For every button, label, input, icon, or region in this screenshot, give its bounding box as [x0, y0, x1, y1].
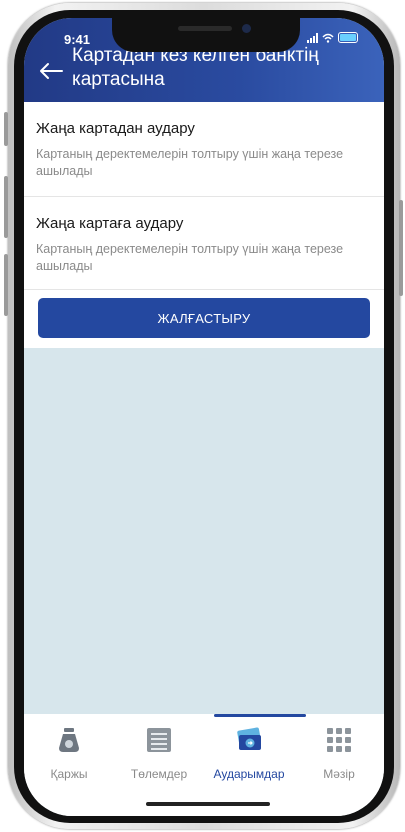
option-from-new-card[interactable]: Жаңа картадан аудару Картаның деректемел… [24, 102, 384, 197]
tab-menu[interactable]: Мәзір [294, 726, 384, 781]
volume-up-button [4, 176, 8, 238]
list-icon [147, 728, 171, 752]
wifi-icon [322, 33, 334, 43]
tab-payments[interactable]: Төлемдер [114, 726, 204, 781]
battery-icon [338, 32, 358, 43]
tab-label: Қаржы [50, 767, 88, 781]
volume-down-button [4, 254, 8, 316]
phone-screen: 9:41 Картадан кез келген банктің картасы… [24, 18, 384, 816]
bottom-tab-bar: Қаржы Төлемдер Аударымдар Мәзір [24, 714, 384, 816]
cards-transfer-icon [237, 727, 261, 750]
tab-finance[interactable]: Қаржы [24, 726, 114, 781]
option-title: Жаңа картадан аудару [36, 120, 195, 137]
option-title: Жаңа картаға аудару [36, 215, 184, 232]
option-description: Картаның деректемелерін толтыру үшін жаң… [36, 242, 344, 273]
status-icons [307, 32, 358, 43]
power-button [399, 200, 403, 296]
tab-transfers[interactable]: Аударымдар [204, 726, 294, 781]
option-to-new-card[interactable]: Жаңа картаға аудару Картаның деректемеле… [24, 197, 384, 290]
tab-label: Төлемдер [130, 767, 188, 781]
continue-section: ЖАЛҒАСТЫРУ [24, 290, 384, 348]
active-tab-indicator [214, 714, 306, 717]
back-arrow-icon[interactable] [38, 62, 64, 80]
front-camera [242, 24, 251, 33]
home-indicator [146, 802, 270, 806]
speaker [178, 26, 232, 31]
signal-icon [307, 32, 318, 43]
notch [112, 18, 300, 52]
money-bag-icon [59, 728, 79, 752]
tab-label: Аударымдар [213, 767, 285, 781]
grid-menu-icon [327, 728, 351, 752]
option-description: Картаның деректемелерін толтыру үшін жаң… [36, 147, 344, 178]
mute-switch [4, 112, 8, 146]
tab-label: Мәзір [323, 767, 355, 781]
continue-button[interactable]: ЖАЛҒАСТЫРУ [38, 298, 370, 338]
